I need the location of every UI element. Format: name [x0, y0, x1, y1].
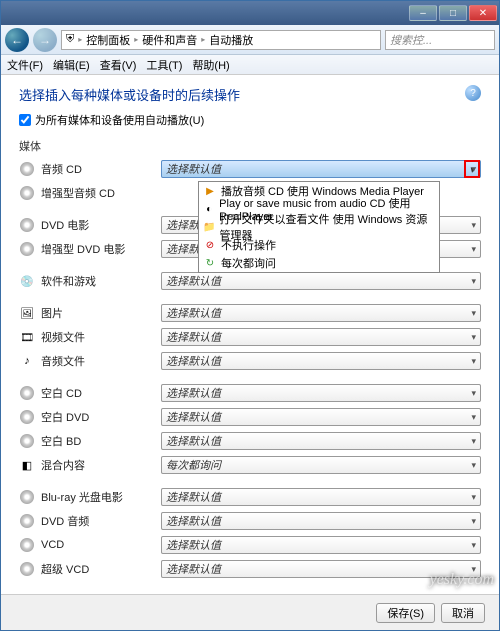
row-label: 增强型 DVD 电影: [41, 241, 161, 257]
disc-icon: [19, 433, 35, 449]
breadcrumb[interactable]: ⛨ ▸ 控制面板 ▸ 硬件和声音 ▸ 自动播放: [61, 30, 381, 50]
dropdown-arrow-highlight[interactable]: ▾: [464, 160, 480, 178]
menubar: 文件(F) 编辑(E) 查看(V) 工具(T) 帮助(H): [1, 55, 499, 75]
close-button[interactable]: ✕: [469, 5, 497, 21]
combo-svcd[interactable]: 选择默认值: [161, 560, 481, 578]
search-input[interactable]: 搜索控...: [385, 30, 495, 50]
help-icon[interactable]: ?: [465, 85, 481, 101]
maximize-button[interactable]: □: [439, 5, 467, 21]
deny-icon: ⊘: [203, 238, 217, 252]
disc-icon: [19, 537, 35, 553]
disc-icon: [19, 217, 35, 233]
content-area: ? 选择插入每种媒体或设备时的后续操作 为所有媒体和设备使用自动播放(U) 媒体…: [1, 75, 499, 594]
breadcrumb-icon: ⛨: [66, 33, 74, 46]
combo-mixed[interactable]: 每次都询问: [161, 456, 481, 474]
minimize-button[interactable]: –: [409, 5, 437, 21]
cancel-button[interactable]: 取消: [441, 603, 485, 623]
disc-icon: [19, 489, 35, 505]
save-button[interactable]: 保存(S): [376, 603, 435, 623]
menu-tools[interactable]: 工具(T): [146, 57, 182, 73]
disc-icon: [19, 409, 35, 425]
row-label: VCD: [41, 539, 161, 551]
wmp-icon: ▶: [203, 184, 217, 198]
row-label: 视频文件: [41, 329, 161, 345]
row-label: DVD 电影: [41, 217, 161, 233]
back-button[interactable]: ←: [5, 28, 29, 52]
software-icon: 💿: [19, 273, 35, 289]
disc-icon: [19, 241, 35, 257]
row-label: 空白 CD: [41, 385, 161, 401]
breadcrumb-item[interactable]: 自动播放: [209, 32, 253, 48]
disc-icon: [19, 385, 35, 401]
disc-icon: [19, 161, 35, 177]
refresh-icon: ↻: [203, 256, 217, 270]
breadcrumb-sep: ▸: [78, 35, 82, 44]
use-autoplay-label: 为所有媒体和设备使用自动播放(U): [35, 112, 204, 128]
breadcrumb-item[interactable]: 硬件和声音: [142, 32, 197, 48]
row-label: 超级 VCD: [41, 561, 161, 577]
row-label: 空白 DVD: [41, 409, 161, 425]
picture-icon: 🖼: [19, 305, 35, 321]
breadcrumb-sep: ▸: [201, 35, 205, 44]
menu-help[interactable]: 帮助(H): [192, 57, 229, 73]
combo-video[interactable]: 选择默认值: [161, 328, 481, 346]
row-label: 软件和游戏: [41, 273, 161, 289]
forward-button: →: [33, 28, 57, 52]
mixed-icon: ◧: [19, 457, 35, 473]
combo-dvd-audio[interactable]: 选择默认值: [161, 512, 481, 530]
combo-bluray[interactable]: 选择默认值: [161, 488, 481, 506]
realplayer-icon: ◐: [203, 202, 215, 216]
combo-blank-bd[interactable]: 选择默认值: [161, 432, 481, 450]
use-autoplay-checkbox[interactable]: [19, 114, 31, 126]
disc-icon: [19, 561, 35, 577]
breadcrumb-item[interactable]: 控制面板: [86, 32, 130, 48]
combo-blank-cd[interactable]: 选择默认值: [161, 384, 481, 402]
dropdown-option[interactable]: ↻每次都询问: [199, 254, 439, 272]
audio-icon: ♪: [19, 353, 35, 369]
combo-blank-dvd[interactable]: 选择默认值: [161, 408, 481, 426]
page-title: 选择插入每种媒体或设备时的后续操作: [19, 85, 481, 104]
folder-icon: 📁: [203, 220, 216, 234]
menu-file[interactable]: 文件(F): [7, 57, 43, 73]
disc-icon: [19, 185, 35, 201]
row-label: 空白 BD: [41, 433, 161, 449]
menu-edit[interactable]: 编辑(E): [53, 57, 90, 73]
navbar: ← → ⛨ ▸ 控制面板 ▸ 硬件和声音 ▸ 自动播放 搜索控...: [1, 25, 499, 55]
combo-audio-cd[interactable]: 选择默认值▾: [161, 160, 481, 178]
section-media: 媒体: [19, 138, 481, 154]
dropdown-option[interactable]: 📁打开文件夹以查看文件 使用 Windows 资源管理器: [199, 218, 439, 236]
video-icon: 🎞: [19, 329, 35, 345]
row-label: 增强型音频 CD: [41, 185, 161, 201]
row-label: 音频文件: [41, 353, 161, 369]
menu-view[interactable]: 查看(V): [100, 57, 137, 73]
dropdown-menu: ▶播放音频 CD 使用 Windows Media Player ◐Play o…: [198, 181, 440, 273]
disc-icon: [19, 513, 35, 529]
row-label: 音频 CD: [41, 161, 161, 177]
row-label: Blu-ray 光盘电影: [41, 489, 161, 505]
row-label: 混合内容: [41, 457, 161, 473]
row-label: DVD 音频: [41, 513, 161, 529]
combo-software[interactable]: 选择默认值: [161, 272, 481, 290]
breadcrumb-sep: ▸: [134, 35, 138, 44]
titlebar: – □ ✕: [1, 1, 499, 25]
row-label: 图片: [41, 305, 161, 321]
combo-pictures[interactable]: 选择默认值: [161, 304, 481, 322]
combo-audio-files[interactable]: 选择默认值: [161, 352, 481, 370]
footer: 保存(S) 取消: [1, 594, 499, 630]
combo-vcd[interactable]: 选择默认值: [161, 536, 481, 554]
